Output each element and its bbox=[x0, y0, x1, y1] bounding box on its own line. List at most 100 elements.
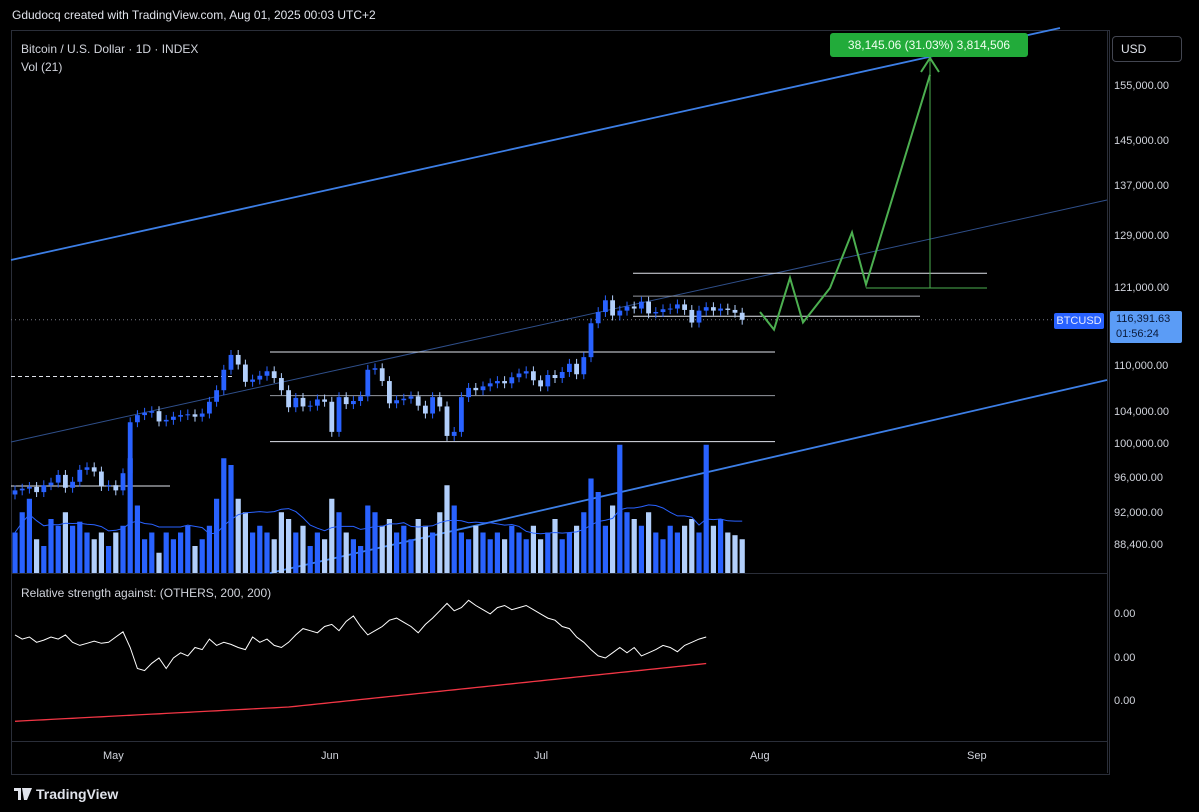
price-range-measure-label[interactable]: 38,145.06 (31.03%) 3,814,506 bbox=[830, 33, 1028, 57]
volume-bar bbox=[458, 532, 464, 573]
rs-tick: 0.00 bbox=[1114, 608, 1136, 620]
volume-bar bbox=[34, 539, 40, 573]
volume-bar bbox=[646, 512, 652, 573]
volume-bar bbox=[278, 512, 284, 573]
volume-bar bbox=[487, 539, 493, 573]
volume-bar bbox=[300, 525, 306, 573]
price-tick: 129,000.00 bbox=[1114, 230, 1170, 242]
price-tick: 104,000.00 bbox=[1114, 406, 1170, 418]
volume-bar bbox=[120, 525, 126, 573]
volume-bar bbox=[444, 485, 450, 573]
candle-body bbox=[48, 482, 54, 486]
symbol-price-tag: BTCUSD bbox=[1054, 313, 1104, 329]
candle-body bbox=[351, 401, 356, 405]
volume-bar bbox=[624, 512, 630, 573]
price-tick: 100,000.00 bbox=[1114, 438, 1170, 450]
candle-body bbox=[77, 469, 83, 482]
candle-body bbox=[307, 405, 313, 407]
rs-pane-title[interactable]: Relative strength against: (OTHERS, 200,… bbox=[21, 586, 271, 600]
candle-body bbox=[19, 488, 25, 491]
candle-body bbox=[329, 401, 335, 432]
candle-body bbox=[487, 383, 493, 387]
candle-body bbox=[646, 301, 651, 314]
candle-body bbox=[531, 371, 536, 381]
candle-body bbox=[207, 401, 212, 414]
candle-body bbox=[574, 363, 579, 375]
tradingview-brand: TradingView bbox=[36, 786, 119, 802]
candle-body bbox=[336, 397, 342, 432]
volume-bar bbox=[98, 532, 104, 573]
candle-body bbox=[286, 390, 291, 408]
volume-bar bbox=[192, 546, 198, 573]
currency-button[interactable]: USD bbox=[1112, 36, 1182, 62]
candle-body bbox=[221, 369, 227, 391]
footer bbox=[0, 775, 1199, 812]
candle-body bbox=[653, 312, 659, 314]
volume-bar bbox=[336, 512, 342, 573]
volume-bar bbox=[394, 532, 400, 573]
price-tick: 137,000.00 bbox=[1114, 180, 1170, 192]
current-price-value: 116,391.63 bbox=[1116, 313, 1171, 325]
volume-bar bbox=[559, 539, 565, 573]
volume-bar bbox=[422, 525, 428, 573]
candle-body bbox=[264, 371, 270, 376]
volume-bar bbox=[293, 532, 299, 573]
volume-bar bbox=[552, 519, 558, 573]
candle-body bbox=[444, 406, 450, 436]
candle-body bbox=[63, 474, 68, 488]
candle-body bbox=[257, 375, 263, 380]
volume-bar bbox=[430, 532, 436, 573]
volume-bar bbox=[710, 525, 716, 573]
candle-body bbox=[495, 381, 500, 384]
volume-bar bbox=[149, 532, 155, 573]
volume-bar bbox=[480, 532, 486, 573]
candle-body bbox=[250, 379, 255, 382]
candle-body bbox=[703, 307, 709, 311]
volume-bar bbox=[502, 539, 508, 573]
volume-bar bbox=[667, 525, 673, 573]
volume-bar bbox=[26, 498, 32, 573]
candle-body bbox=[358, 396, 363, 402]
volume-bar bbox=[703, 444, 709, 573]
candle-body bbox=[451, 431, 457, 436]
volume-bar bbox=[314, 532, 320, 573]
price-chart[interactable] bbox=[0, 0, 1199, 812]
candle-body bbox=[595, 312, 601, 324]
candle-body bbox=[379, 368, 385, 382]
candle-body bbox=[235, 354, 241, 365]
volume-bar bbox=[523, 539, 529, 573]
rs-tick: 0.00 bbox=[1114, 695, 1136, 707]
candle-body bbox=[473, 387, 479, 391]
volume-bar bbox=[271, 539, 277, 573]
volume-bar bbox=[12, 532, 18, 573]
volume-bar bbox=[156, 552, 162, 573]
candle-body bbox=[423, 405, 428, 414]
candle-body bbox=[631, 306, 637, 309]
candle-body bbox=[667, 308, 673, 310]
symbol-legend[interactable]: Bitcoin / U.S. Dollar · 1D · INDEX bbox=[21, 42, 198, 56]
volume-bar bbox=[566, 532, 572, 573]
projection-path bbox=[759, 74, 931, 332]
candle-body bbox=[581, 357, 587, 375]
volume-bar bbox=[221, 458, 227, 573]
candle-body bbox=[27, 486, 32, 489]
volume-bar bbox=[113, 532, 119, 573]
rs-line bbox=[14, 599, 707, 672]
volume-legend[interactable]: Vol (21) bbox=[21, 60, 62, 74]
candle-body bbox=[718, 308, 723, 311]
candle-body bbox=[322, 399, 327, 402]
volume-bar bbox=[91, 539, 97, 573]
candle-body bbox=[120, 473, 126, 491]
price-tick: 88,400.00 bbox=[1114, 539, 1163, 551]
volume-bar bbox=[494, 532, 500, 573]
volume-bar bbox=[638, 525, 644, 573]
tradingview-logo[interactable]: TradingView bbox=[14, 786, 118, 802]
candle-body bbox=[415, 396, 421, 406]
candle-body bbox=[91, 467, 97, 472]
current-price-label: 116,391.63 01:56:24 bbox=[1110, 311, 1182, 343]
candle-body bbox=[689, 309, 695, 323]
volume-bar bbox=[41, 546, 47, 573]
candle-body bbox=[34, 486, 39, 493]
candle-body bbox=[156, 411, 162, 422]
volume-bar bbox=[739, 539, 745, 573]
